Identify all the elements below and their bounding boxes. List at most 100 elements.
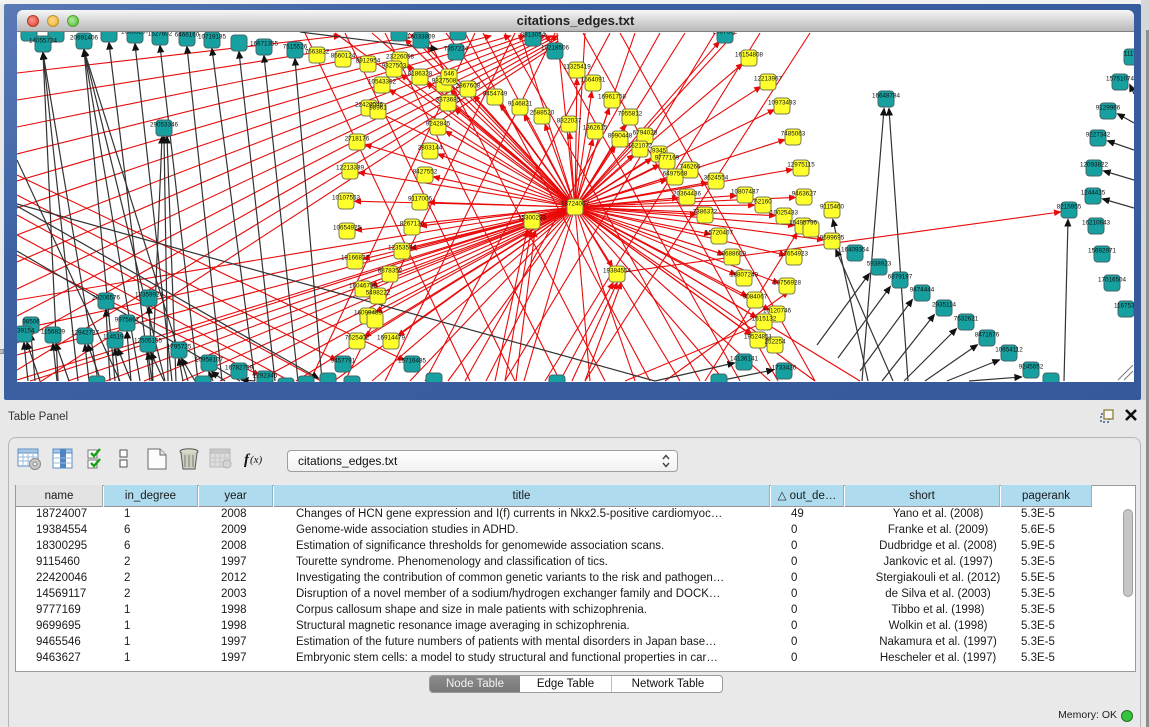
svg-text:7955812: 7955812 <box>618 111 643 118</box>
svg-text:16961758: 16961758 <box>598 94 627 101</box>
svg-text:1733426: 1733426 <box>772 365 797 372</box>
svg-text:1362615: 1362615 <box>583 125 608 132</box>
svg-text:7485063: 7485063 <box>781 131 806 138</box>
svg-text:2588520: 2588520 <box>530 110 555 117</box>
svg-text:6794028: 6794028 <box>633 130 658 137</box>
svg-text:7386372: 7386372 <box>693 209 718 216</box>
svg-text:12505155: 12505155 <box>134 338 163 345</box>
svg-text:16409354: 16409354 <box>841 247 870 254</box>
svg-text:8660124: 8660124 <box>331 53 356 60</box>
svg-text:1795725: 1795725 <box>167 344 192 351</box>
svg-text:1292346: 1292346 <box>253 373 278 380</box>
svg-text:2867608: 2867608 <box>456 83 481 90</box>
svg-text:23226058: 23226058 <box>386 54 415 61</box>
svg-text:15716485: 15716485 <box>398 358 427 365</box>
svg-text:546: 546 <box>444 71 455 78</box>
svg-text:16099489: 16099489 <box>354 310 383 317</box>
svg-text:98961: 98961 <box>369 105 387 112</box>
svg-text:5938923: 5938923 <box>867 261 892 268</box>
svg-text:20691406: 20691406 <box>70 35 99 42</box>
svg-text:18724007: 18724007 <box>561 201 590 208</box>
svg-text:19384554: 19384554 <box>603 268 632 275</box>
svg-text:17654923: 17654923 <box>780 251 809 258</box>
svg-text:12213967: 12213967 <box>754 76 783 83</box>
svg-text:9345: 9345 <box>652 148 667 155</box>
svg-text:8813054: 8813054 <box>521 32 546 39</box>
svg-text:9242845: 9242845 <box>426 121 451 128</box>
svg-text:16046756: 16046756 <box>349 283 378 290</box>
svg-text:12975115: 12975115 <box>787 162 815 169</box>
svg-text:15692971: 15692971 <box>1088 248 1117 255</box>
svg-text:1615132: 1615132 <box>752 316 777 323</box>
svg-text:8322037: 8322037 <box>557 118 582 125</box>
svg-text:6879197: 6879197 <box>888 274 913 281</box>
svg-text:9457791: 9457791 <box>331 358 356 365</box>
svg-text:8990448: 8990448 <box>608 133 633 140</box>
svg-text:2935114: 2935114 <box>932 302 957 309</box>
svg-text:7663822: 7663822 <box>305 49 330 56</box>
svg-text:19166827: 19166827 <box>341 255 370 262</box>
svg-text:9975867: 9975867 <box>115 317 140 324</box>
svg-text:3624554: 3624554 <box>704 175 729 182</box>
svg-text:15300293: 15300293 <box>518 215 547 222</box>
svg-text:9129966: 9129966 <box>1096 105 1121 112</box>
svg-text:1664091: 1664091 <box>581 77 606 84</box>
svg-text:1621072: 1621072 <box>628 143 653 150</box>
svg-text:8427552: 8427552 <box>413 169 438 176</box>
svg-text:16914479: 16914479 <box>377 335 406 342</box>
svg-text:12942737: 12942737 <box>71 330 100 337</box>
svg-text:8267130: 8267130 <box>400 221 425 228</box>
svg-text:16671355: 16671355 <box>250 41 279 48</box>
svg-text:9474444: 9474444 <box>910 287 935 294</box>
svg-text:2803144: 2803144 <box>418 145 443 152</box>
svg-text:14136141: 14136141 <box>730 356 759 363</box>
svg-text:1244415: 1244415 <box>1081 190 1106 197</box>
svg-text:1527602: 1527602 <box>148 32 173 38</box>
svg-text:62160: 62160 <box>754 199 772 206</box>
svg-text:9463627: 9463627 <box>792 191 817 198</box>
svg-text:10107553: 10107553 <box>332 195 361 202</box>
svg-text:15751074: 15751074 <box>1106 76 1134 83</box>
svg-text:17359924: 17359924 <box>135 292 164 299</box>
svg-text:18807249: 18807249 <box>730 272 759 279</box>
svg-text:9777169: 9777169 <box>655 155 680 162</box>
svg-text:7357224: 7357224 <box>444 46 469 53</box>
svg-text:16782759: 16782759 <box>225 365 254 372</box>
svg-text:8454749: 8454749 <box>483 91 508 98</box>
svg-text:10688609: 10688609 <box>718 251 747 258</box>
svg-text:8215955: 8215955 <box>1057 204 1082 211</box>
svg-text:10654112: 10654112 <box>995 347 1023 354</box>
svg-text:7625402: 7625402 <box>345 335 370 342</box>
svg-text:14055724: 14055724 <box>29 38 58 45</box>
svg-text:1156829: 1156829 <box>41 329 66 336</box>
svg-text:9227342: 9227342 <box>1086 132 1111 139</box>
svg-text:16154808: 16154808 <box>735 52 764 59</box>
svg-text:10120746: 10120746 <box>763 308 792 315</box>
svg-text:15720407: 15720407 <box>705 230 734 237</box>
svg-text:6497568: 6497568 <box>663 171 688 178</box>
svg-text:8912954: 8912954 <box>356 58 381 65</box>
svg-text:11174: 11174 <box>1124 51 1134 58</box>
svg-text:12353594: 12353594 <box>388 245 417 252</box>
svg-text:20364436: 20364436 <box>673 191 702 198</box>
svg-text:10719185: 10719185 <box>198 34 227 41</box>
svg-text:9117006: 9117006 <box>408 196 433 203</box>
svg-text:9327508: 9327508 <box>432 78 457 85</box>
svg-text:2087682: 2087682 <box>713 32 738 36</box>
svg-text:9699695: 9699695 <box>820 235 845 242</box>
svg-text:9084067: 9084067 <box>743 294 768 301</box>
svg-text:16495796: 16495796 <box>789 220 818 227</box>
svg-text:12213389: 12213389 <box>336 165 365 172</box>
svg-text:6466160: 6466160 <box>175 32 200 39</box>
svg-text:1167533: 1167533 <box>1114 303 1134 310</box>
svg-text:16210643: 16210643 <box>1082 220 1111 227</box>
svg-text:12093822: 12093822 <box>1080 162 1109 169</box>
svg-text:10958107: 10958107 <box>195 357 224 364</box>
svg-text:8878352: 8878352 <box>378 268 403 275</box>
svg-text:7632621: 7632621 <box>954 316 979 323</box>
svg-text:10654925: 10654925 <box>333 225 362 232</box>
svg-text:746266: 746266 <box>679 164 701 171</box>
svg-text:8471676: 8471676 <box>975 332 1000 339</box>
svg-text:5498222: 5498222 <box>366 290 391 297</box>
svg-text:2718176: 2718176 <box>345 136 370 143</box>
